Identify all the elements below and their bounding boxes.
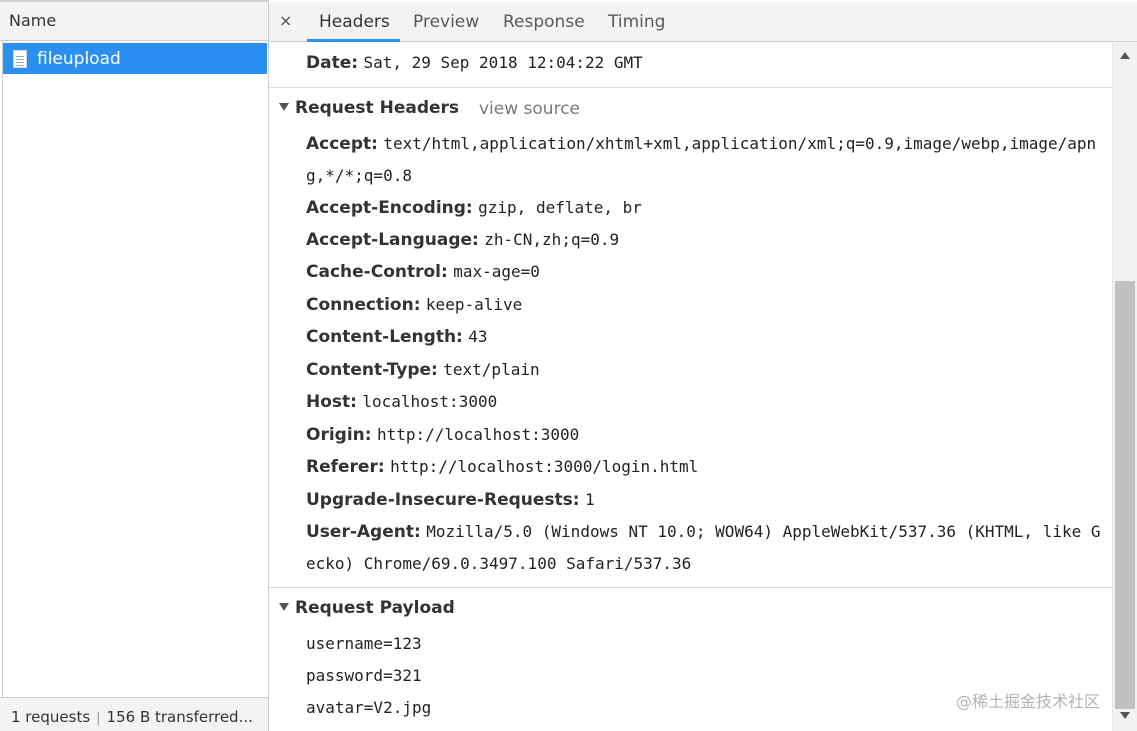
payload-line: username=123 <box>306 634 422 654</box>
list-border <box>2 41 3 697</box>
header-row-cache-control: Cache-Control: max-age=0 <box>306 262 540 282</box>
tab-headers[interactable]: Headers <box>319 12 390 32</box>
header-row-accept-cont: g,*/*;q=0.8 <box>306 166 412 186</box>
header-key: Cache-Control: <box>306 262 448 282</box>
header-value: http://localhost:3000/login.html <box>390 457 699 476</box>
header-value: text/plain <box>443 360 540 379</box>
tab-timing[interactable]: Timing <box>608 12 665 32</box>
header-value: 43 <box>468 327 488 346</box>
request-count: 1 requests <box>11 708 91 726</box>
transferred-size: 156 B transferred... <box>106 708 253 726</box>
header-key: Host: <box>306 392 357 412</box>
header-value: http://localhost:3000 <box>376 425 580 444</box>
request-payload-toggle[interactable]: Request Payload <box>279 598 455 618</box>
header-value: keep-alive <box>425 295 523 314</box>
payload-line: avatar=V2.jpg <box>306 698 431 718</box>
header-value: Mozilla/5.0 (Windows NT 10.0; WOW64) App… <box>426 522 1101 541</box>
payload-value: password=321 <box>306 666 422 685</box>
expand-triangle-icon <box>279 103 289 111</box>
expand-triangle-icon <box>279 603 289 611</box>
header-value-cont: g,*/*;q=0.8 <box>306 166 412 185</box>
name-column-label: Name <box>9 11 57 30</box>
header-value: zh-CN,zh;q=0.9 <box>484 230 620 249</box>
tab-response[interactable]: Response <box>503 12 585 32</box>
header-row-accept-language: Accept-Language: zh-CN,zh;q=0.9 <box>306 230 619 250</box>
summary-separator: | <box>96 711 101 726</box>
header-row-accept-encoding: Accept-Encoding: gzip, deflate, br <box>306 198 642 218</box>
request-payload-title: Request Payload <box>295 598 455 618</box>
vertical-scrollbar[interactable] <box>1112 43 1137 731</box>
header-value: localhost:3000 <box>362 392 498 411</box>
payload-line: password=321 <box>306 666 422 686</box>
summary-bar: 1 requests | 156 B transferred... <box>0 697 268 731</box>
header-row-content-type: Content-Type: text/plain <box>306 360 540 380</box>
header-value: Sat, 29 Sep 2018 12:04:22 GMT <box>363 53 643 72</box>
headers-content[interactable]: Date: Sat, 29 Sep 2018 12:04:22 GMT Requ… <box>269 43 1112 731</box>
header-key: Origin: <box>306 425 372 445</box>
header-row-origin: Origin: http://localhost:3000 <box>306 425 579 445</box>
scrollbar-thumb[interactable] <box>1115 281 1135 709</box>
header-row-content-length: Content-Length: 43 <box>306 327 488 347</box>
header-key: Content-Type: <box>306 360 438 380</box>
header-row-user-agent-cont: ecko) Chrome/69.0.3497.100 Safari/537.36 <box>306 554 691 574</box>
scroll-up-arrow-icon[interactable] <box>1120 52 1130 59</box>
header-key: Accept-Language: <box>306 230 479 250</box>
header-row-upgrade-insecure-requests: Upgrade-Insecure-Requests: 1 <box>306 490 595 510</box>
header-value: gzip, deflate, br <box>478 198 642 217</box>
close-icon[interactable]: × <box>279 11 292 30</box>
active-tab-indicator <box>307 39 400 42</box>
header-row-referer: Referer: http://localhost:3000/login.htm… <box>306 457 698 477</box>
scroll-down-arrow-icon[interactable] <box>1120 712 1130 719</box>
header-key: Connection: <box>306 295 421 315</box>
document-icon <box>13 49 27 68</box>
name-column-header[interactable]: Name <box>0 2 268 41</box>
header-row-accept: Accept: text/html,application/xhtml+xml,… <box>306 134 1096 154</box>
header-row-connection: Connection: keep-alive <box>306 295 522 315</box>
header-row-user-agent: User-Agent: Mozilla/5.0 (Windows NT 10.0… <box>306 522 1100 542</box>
header-key: Accept: <box>306 134 378 154</box>
header-key: Referer: <box>306 457 385 477</box>
header-row-date: Date: Sat, 29 Sep 2018 12:04:22 GMT <box>306 53 643 73</box>
header-value: 1 <box>584 490 595 509</box>
header-key: Date: <box>306 53 359 73</box>
request-list-panel: Name fileupload 1 requests | 156 B transfe… <box>0 0 269 731</box>
header-key: Accept-Encoding: <box>306 198 473 218</box>
header-key: User-Agent: <box>306 522 421 542</box>
request-row-fileupload[interactable]: fileupload <box>3 43 267 74</box>
header-value-cont: ecko) Chrome/69.0.3497.100 Safari/537.36 <box>306 554 692 573</box>
header-row-host: Host: localhost:3000 <box>306 392 497 412</box>
request-name: fileupload <box>37 48 121 69</box>
payload-value: username=123 <box>306 634 422 653</box>
section-divider <box>269 587 1112 588</box>
tab-preview[interactable]: Preview <box>413 12 479 32</box>
header-key: Content-Length: <box>306 327 463 347</box>
request-headers-title: Request Headers <box>295 98 460 118</box>
detail-tab-bar: × Headers Preview Response Timing <box>269 2 1137 42</box>
watermark: @稀土掘金技术社区 <box>956 692 1101 711</box>
section-divider <box>269 87 1112 88</box>
header-value: text/html,application/xhtml+xml,applicat… <box>383 134 1097 153</box>
request-headers-toggle[interactable]: Request Headers <box>279 98 459 118</box>
header-value: max-age=0 <box>453 262 540 281</box>
payload-value: avatar=V2.jpg <box>306 698 432 717</box>
header-key: Upgrade-Insecure-Requests: <box>306 490 580 510</box>
view-source-link[interactable]: view source <box>479 99 580 119</box>
